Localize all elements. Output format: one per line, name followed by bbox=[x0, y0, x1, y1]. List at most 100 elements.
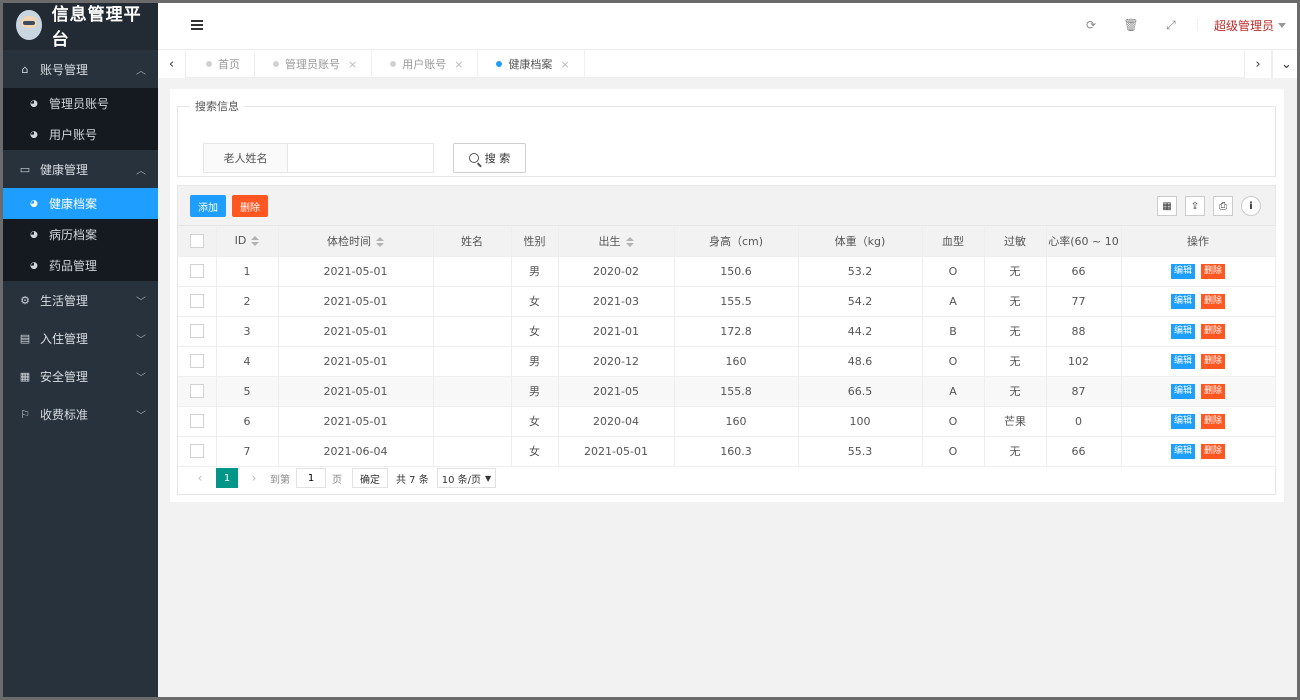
table-row[interactable]: 2 2021-05-01 女 2021-03 155.5 54.2 A 无 77 编辑 删除 bbox=[178, 286, 1276, 317]
menu-fees[interactable]: ⚐ 收费标准 ﹀ bbox=[0, 395, 158, 433]
row-delete-button[interactable]: 删除 bbox=[1201, 264, 1226, 279]
close-icon[interactable]: × bbox=[348, 58, 357, 71]
close-icon[interactable]: × bbox=[454, 58, 463, 71]
search-button[interactable]: 搜 索 bbox=[453, 143, 526, 173]
row-delete-button[interactable]: 删除 bbox=[1201, 294, 1226, 309]
col-label: 体检时间 bbox=[327, 234, 371, 248]
add-button[interactable]: 添加 bbox=[190, 195, 226, 217]
edit-button[interactable]: 编辑 bbox=[1170, 294, 1195, 309]
menu-account[interactable]: ⌂ 账号管理 ︿ bbox=[0, 50, 158, 88]
goto-page-input[interactable] bbox=[296, 468, 326, 488]
menu-toggle-icon[interactable] bbox=[191, 20, 203, 30]
edit-button[interactable]: 编辑 bbox=[1170, 414, 1195, 429]
cell-heart-rate: 0 bbox=[1046, 406, 1122, 437]
row-checkbox[interactable] bbox=[189, 324, 204, 338]
chevron-right-icon[interactable]: › bbox=[1244, 50, 1272, 78]
col-header-birth[interactable]: 出生 bbox=[558, 226, 675, 257]
menu-life[interactable]: ⚙ 生活管理 ﹀ bbox=[0, 281, 158, 319]
row-delete-button[interactable]: 删除 bbox=[1201, 384, 1226, 399]
menu-checkin[interactable]: ▤ 入住管理 ﹀ bbox=[0, 319, 158, 357]
row-checkbox[interactable] bbox=[189, 354, 204, 368]
tab-health-records[interactable]: 健康档案 × bbox=[478, 50, 585, 78]
table-row[interactable]: 4 2021-05-01 男 2020-12 160 48.6 O 无 102 编辑 删除 bbox=[178, 346, 1276, 377]
sidebar-item-label: 病历档案 bbox=[49, 228, 98, 242]
cell-exam-date: 2021-05-01 bbox=[278, 316, 434, 347]
cell-exam-date: 2021-06-04 bbox=[278, 436, 434, 467]
sort-icon[interactable] bbox=[625, 236, 634, 247]
table-row[interactable]: 1 2021-05-01 男 2020-02 150.6 53.2 O 无 66 编辑 删除 bbox=[178, 256, 1276, 287]
records-table: ID 体检时间 姓名 性别 出生 身高（cm) 体重（kg) 血型 过敏 心率(… bbox=[178, 226, 1276, 467]
app-logo[interactable]: 信息管理平台 bbox=[0, 0, 158, 50]
prev-page-icon[interactable]: ‹ bbox=[190, 471, 210, 485]
row-delete-button[interactable]: 删除 bbox=[1201, 444, 1226, 459]
select-all-checkbox[interactable] bbox=[189, 233, 204, 248]
sidebar-item-admin-accounts[interactable]: ◕ 管理员账号 bbox=[0, 88, 158, 119]
sidebar-item-label: 管理员账号 bbox=[49, 97, 110, 111]
row-checkbox[interactable] bbox=[189, 444, 204, 458]
file-icon: ▤ bbox=[19, 331, 31, 345]
tab-admin-accounts[interactable]: 管理员账号 × bbox=[255, 50, 373, 78]
table-row[interactable]: 5 2021-05-01 男 2021-05 155.8 66.5 A 无 87 编辑 删除 bbox=[178, 376, 1276, 407]
close-icon[interactable]: × bbox=[560, 58, 569, 71]
cell-gender: 女 bbox=[511, 436, 559, 467]
cell-id: 3 bbox=[216, 316, 279, 347]
refresh-icon[interactable]: ⟳ bbox=[1071, 18, 1111, 32]
tab-home[interactable]: 首页 bbox=[188, 50, 255, 78]
elder-name-input[interactable] bbox=[288, 143, 434, 173]
user-menu[interactable]: 超级管理员 bbox=[1214, 17, 1286, 34]
confirm-page-button[interactable]: 确定 bbox=[352, 468, 388, 488]
edit-button[interactable]: 编辑 bbox=[1170, 444, 1195, 459]
cell-id: 4 bbox=[216, 346, 279, 377]
next-page-icon[interactable]: › bbox=[244, 471, 264, 485]
row-delete-button[interactable]: 删除 bbox=[1201, 354, 1226, 369]
row-checkbox[interactable] bbox=[189, 264, 204, 278]
sort-icon[interactable] bbox=[376, 236, 384, 247]
edit-button[interactable]: 编辑 bbox=[1170, 264, 1195, 279]
row-delete-button[interactable]: 删除 bbox=[1201, 324, 1226, 339]
sidebar-item-health-records[interactable]: ◕ 健康档案 bbox=[0, 188, 158, 219]
page-1-button[interactable]: 1 bbox=[216, 468, 238, 488]
chevron-left-icon[interactable]: ‹ bbox=[158, 50, 186, 78]
row-checkbox[interactable] bbox=[189, 294, 204, 308]
tab-user-accounts[interactable]: 用户账号 × bbox=[372, 50, 479, 78]
col-header-exam-date[interactable]: 体检时间 bbox=[278, 226, 434, 257]
table-header-row: ID 体检时间 姓名 性别 出生 身高（cm) 体重（kg) 血型 过敏 心率(… bbox=[178, 226, 1276, 257]
menu-health[interactable]: ▭ 健康管理 ︿ bbox=[0, 150, 158, 188]
edit-button[interactable]: 编辑 bbox=[1170, 384, 1195, 399]
cell-weight: 55.3 bbox=[798, 436, 923, 467]
chevron-down-icon[interactable]: ⌄ bbox=[1272, 50, 1300, 78]
cell-id: 7 bbox=[216, 436, 279, 467]
cell-height: 172.8 bbox=[674, 316, 799, 347]
menu-safety-label: 安全管理 bbox=[40, 369, 89, 384]
tab-dot bbox=[390, 61, 397, 67]
col-header-id[interactable]: ID bbox=[216, 226, 279, 257]
edit-button[interactable]: 编辑 bbox=[1170, 354, 1195, 369]
delete-button[interactable]: 删除 bbox=[232, 195, 268, 217]
info-icon[interactable]: i bbox=[1241, 196, 1261, 216]
page-size-select[interactable]: 10 条/页 ▼ bbox=[436, 468, 497, 488]
user-name: 超级管理员 bbox=[1213, 18, 1274, 33]
table-row[interactable]: 6 2021-05-01 女 2020-04 160 100 O 芒果 0 编辑 删除 bbox=[178, 406, 1276, 437]
row-delete-button[interactable]: 删除 bbox=[1201, 414, 1226, 429]
row-checkbox[interactable] bbox=[189, 414, 204, 428]
cell-blood-type: O bbox=[922, 436, 985, 467]
sidebar-item-medicine[interactable]: ◕ 药品管理 bbox=[0, 250, 158, 281]
row-checkbox[interactable] bbox=[189, 384, 204, 398]
goto-suffix: 页 bbox=[332, 474, 342, 486]
export-icon[interactable]: ⇪ bbox=[1185, 196, 1205, 216]
menu-safety[interactable]: ▦ 安全管理 ﹀ bbox=[0, 357, 158, 395]
columns-filter-icon[interactable]: ▦ bbox=[1157, 196, 1177, 216]
sidebar-item-medical-records[interactable]: ◕ 病历档案 bbox=[0, 219, 158, 250]
sort-icon[interactable] bbox=[251, 236, 260, 247]
header-divider bbox=[1196, 19, 1198, 31]
trash-icon[interactable]: 🗑 bbox=[1111, 18, 1151, 32]
print-icon[interactable]: ⎙ bbox=[1213, 196, 1233, 216]
fullscreen-icon[interactable]: ⤢ bbox=[1151, 18, 1191, 33]
table-row[interactable]: 3 2021-05-01 女 2021-01 172.8 44.2 B 无 88 编辑 删除 bbox=[178, 316, 1276, 347]
tab-label: 用户账号 bbox=[402, 58, 447, 71]
cell-height: 160.3 bbox=[674, 436, 799, 467]
sidebar-item-user-accounts[interactable]: ◕ 用户账号 bbox=[0, 119, 158, 150]
cell-heart-rate: 77 bbox=[1046, 286, 1122, 317]
edit-button[interactable]: 编辑 bbox=[1170, 324, 1195, 339]
table-row[interactable]: 7 2021-06-04 女 2021-05-01 160.3 55.3 O 无 66 编辑 删除 bbox=[178, 436, 1276, 467]
